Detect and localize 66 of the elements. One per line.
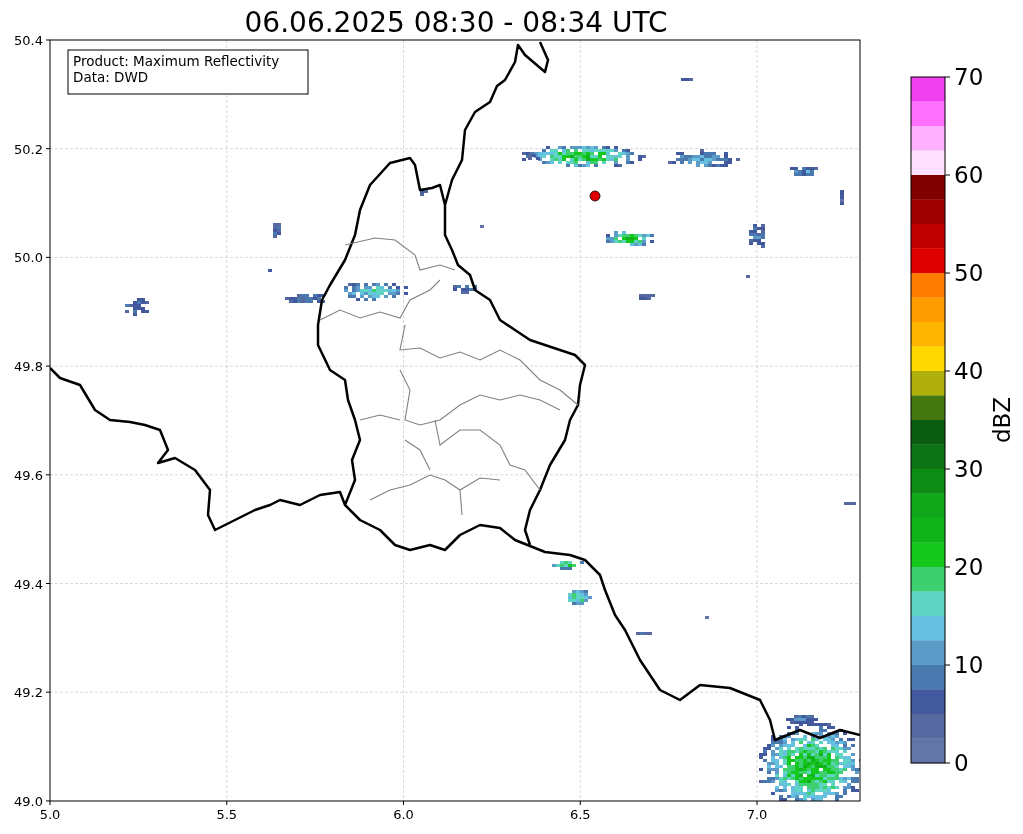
radar-echo (606, 231, 654, 246)
radar-echo (790, 167, 818, 176)
tick-mark (756, 800, 758, 806)
radar-echo (746, 275, 750, 278)
radar-echo (681, 78, 693, 81)
tick-label: 5.0 (39, 807, 61, 822)
colorbar-tick-label: 70 (954, 64, 984, 90)
tick-mark (579, 800, 581, 806)
radar-echo (844, 502, 856, 505)
radar-echo (420, 190, 428, 196)
tick-mark (944, 566, 951, 568)
tick-mark (944, 370, 951, 372)
radar-echo (273, 223, 281, 238)
tick-label: 49.0 (14, 793, 43, 809)
tick-mark (944, 468, 951, 470)
info-text: Data: DWD (73, 69, 149, 85)
colorbar-tick-label: 30 (954, 456, 984, 482)
tick-label: 49.4 (14, 576, 43, 592)
colorbar-tick-label: 60 (954, 162, 984, 188)
tick-mark (226, 800, 228, 806)
tick-mark (45, 148, 51, 150)
radar-echo (705, 616, 709, 619)
tick-mark (45, 39, 51, 41)
tick-mark (45, 256, 51, 258)
tick-mark (944, 174, 951, 176)
tick-mark (45, 691, 51, 693)
radar-echo (636, 632, 652, 635)
colorbar-tick-label: 0 (954, 750, 969, 776)
info-text: Product: Maximum Reflectivity (73, 53, 280, 69)
tick-label: 6.0 (393, 807, 414, 822)
colorbar-tick-label: 40 (954, 358, 984, 384)
radar-echo (453, 285, 477, 294)
tick-mark (45, 583, 51, 584)
tick-label: 49.6 (14, 467, 43, 483)
tick-mark (944, 272, 951, 274)
location-marker (589, 190, 601, 202)
radar-echo (285, 294, 325, 303)
radar-echo (480, 225, 484, 228)
radar-echo (840, 190, 844, 205)
tick-label: 6.5 (569, 807, 591, 822)
colorbar-tick-label: 50 (954, 260, 984, 286)
tick-label: 50.4 (14, 33, 43, 48)
tick-mark (45, 474, 51, 476)
chart-title: 06.06.2025 08:30 - 08:34 UTC (244, 6, 668, 39)
colorbar-tick-label: 10 (954, 652, 984, 678)
radar-echo (344, 283, 408, 301)
tick-label: 5.5 (216, 807, 238, 822)
colorbar-label: dBZ (989, 396, 1015, 444)
tick-label: 49.8 (14, 359, 43, 375)
radar-echo (552, 561, 584, 570)
tick-mark (944, 762, 951, 764)
tick-mark (403, 800, 404, 806)
tick-label: 7.0 (746, 807, 768, 822)
tick-mark (45, 365, 51, 367)
tick-label: 50.2 (14, 141, 43, 157)
tick-mark (944, 664, 951, 666)
radar-echo (749, 224, 765, 248)
colorbar-tick-label: 20 (954, 554, 984, 580)
radar-echo (268, 269, 272, 272)
tick-label: 49.2 (14, 685, 43, 701)
radar-echo (568, 590, 592, 605)
radar-echo (125, 298, 149, 316)
radar-echo (639, 294, 655, 300)
tick-mark (944, 76, 951, 78)
radar-echo (668, 149, 740, 167)
tick-label: 50.0 (14, 250, 43, 266)
